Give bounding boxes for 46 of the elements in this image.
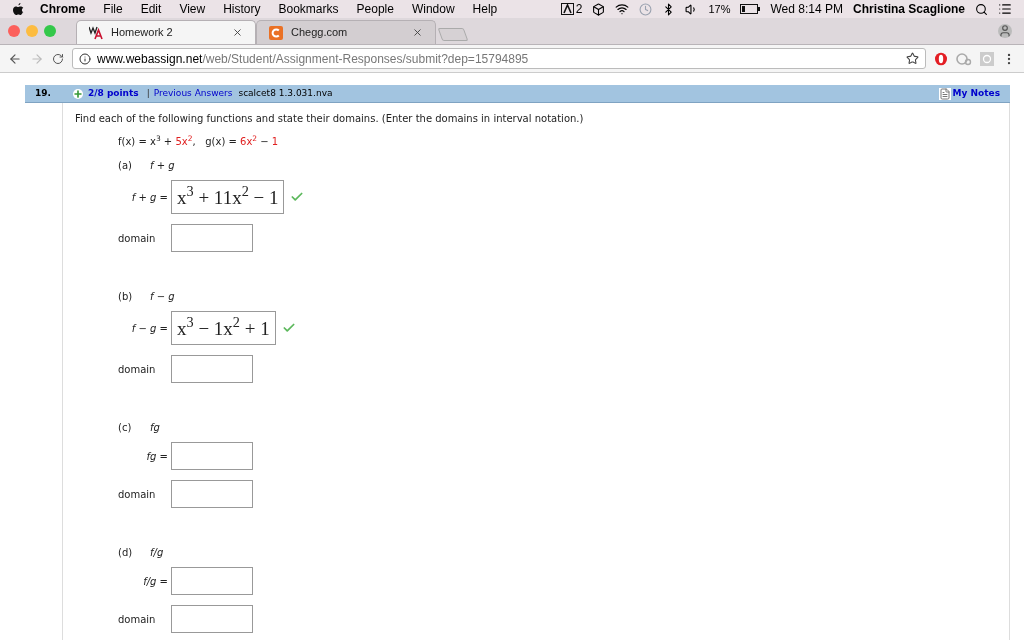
menu-item[interactable]: View <box>179 0 206 18</box>
answer-value: x$^{3}$ − 1x$^{2}$ + 1 <box>177 318 270 338</box>
answer-label: f + g = <box>130 190 169 205</box>
part-letter: (b) <box>118 289 134 304</box>
url-text: www.webassign.net/web/Student/Assignment-Responses/submit?dep=15794895 <box>97 50 529 68</box>
menu-clock[interactable]: Wed 8:14 PM <box>770 0 843 18</box>
points-text: 2/8 points <box>87 86 139 100</box>
domain-label: domain <box>118 487 157 502</box>
previous-answers-link[interactable]: Previous Answers <box>153 86 233 101</box>
part-letter: (a) <box>118 158 133 173</box>
menu-item[interactable]: Window <box>411 0 455 18</box>
function-definitions: f(x) = x$^{3}$ + 5x$^{2}$, g(x) = 6x$^{2}$ − 1 <box>118 134 280 149</box>
menu-item[interactable]: Chrome <box>40 0 86 18</box>
answer-field[interactable]: x$^{3}$ + 11x$^{2}$ − 1 <box>171 180 285 214</box>
user-name[interactable]: Christina Scaglione <box>852 0 965 18</box>
menu-item[interactable]: People <box>356 0 394 18</box>
battery-percent: 17% <box>708 1 731 17</box>
question-code: scalcet8 1.3.031.nva <box>238 86 333 100</box>
menu-item[interactable]: Help <box>472 0 498 18</box>
part-expression: fg <box>150 420 160 435</box>
part-expression: f + g <box>150 158 175 173</box>
question-number: 19. <box>35 86 51 100</box>
answer-field[interactable]: x$^{3}$ − 1x$^{2}$ + 1 <box>171 311 276 345</box>
domain-label: domain <box>118 362 157 377</box>
answer-label: f/g = <box>142 574 169 589</box>
menu-item[interactable]: Bookmarks <box>278 0 339 18</box>
domain-label: domain <box>118 612 157 627</box>
part-expression: f/g <box>150 545 164 560</box>
tab-title: Chegg.com <box>291 25 348 41</box>
address-field[interactable]: www.webassign.net/web/Student/Assignment-Responses/submit?dep=15794895 <box>72 48 926 69</box>
menu-item[interactable]: Edit <box>140 0 162 18</box>
domain-label: domain <box>118 231 157 246</box>
part-expression: f − g <box>150 289 175 304</box>
answer-value: x$^{3}$ + 11x$^{2}$ − 1 <box>177 187 279 207</box>
answer-label: f − g = <box>130 321 169 336</box>
question-prompt: Find each of the following functions and state their domains. (Enter the domains in interval notation.) <box>75 112 585 126</box>
answer-label: fg = <box>145 449 169 464</box>
my-notes-link[interactable]: My Notes <box>952 86 1000 101</box>
part-letter: (d) <box>118 545 134 560</box>
separator-text: | <box>146 86 150 100</box>
browser-tab[interactable]: Homework 2 <box>76 20 256 44</box>
menu-item[interactable]: History <box>223 0 261 18</box>
browser-tab[interactable]: Chegg.com <box>256 20 436 44</box>
tab-title: Homework 2 <box>111 25 173 41</box>
part-letter: (c) <box>118 420 133 435</box>
menu-item[interactable]: File <box>103 0 123 18</box>
